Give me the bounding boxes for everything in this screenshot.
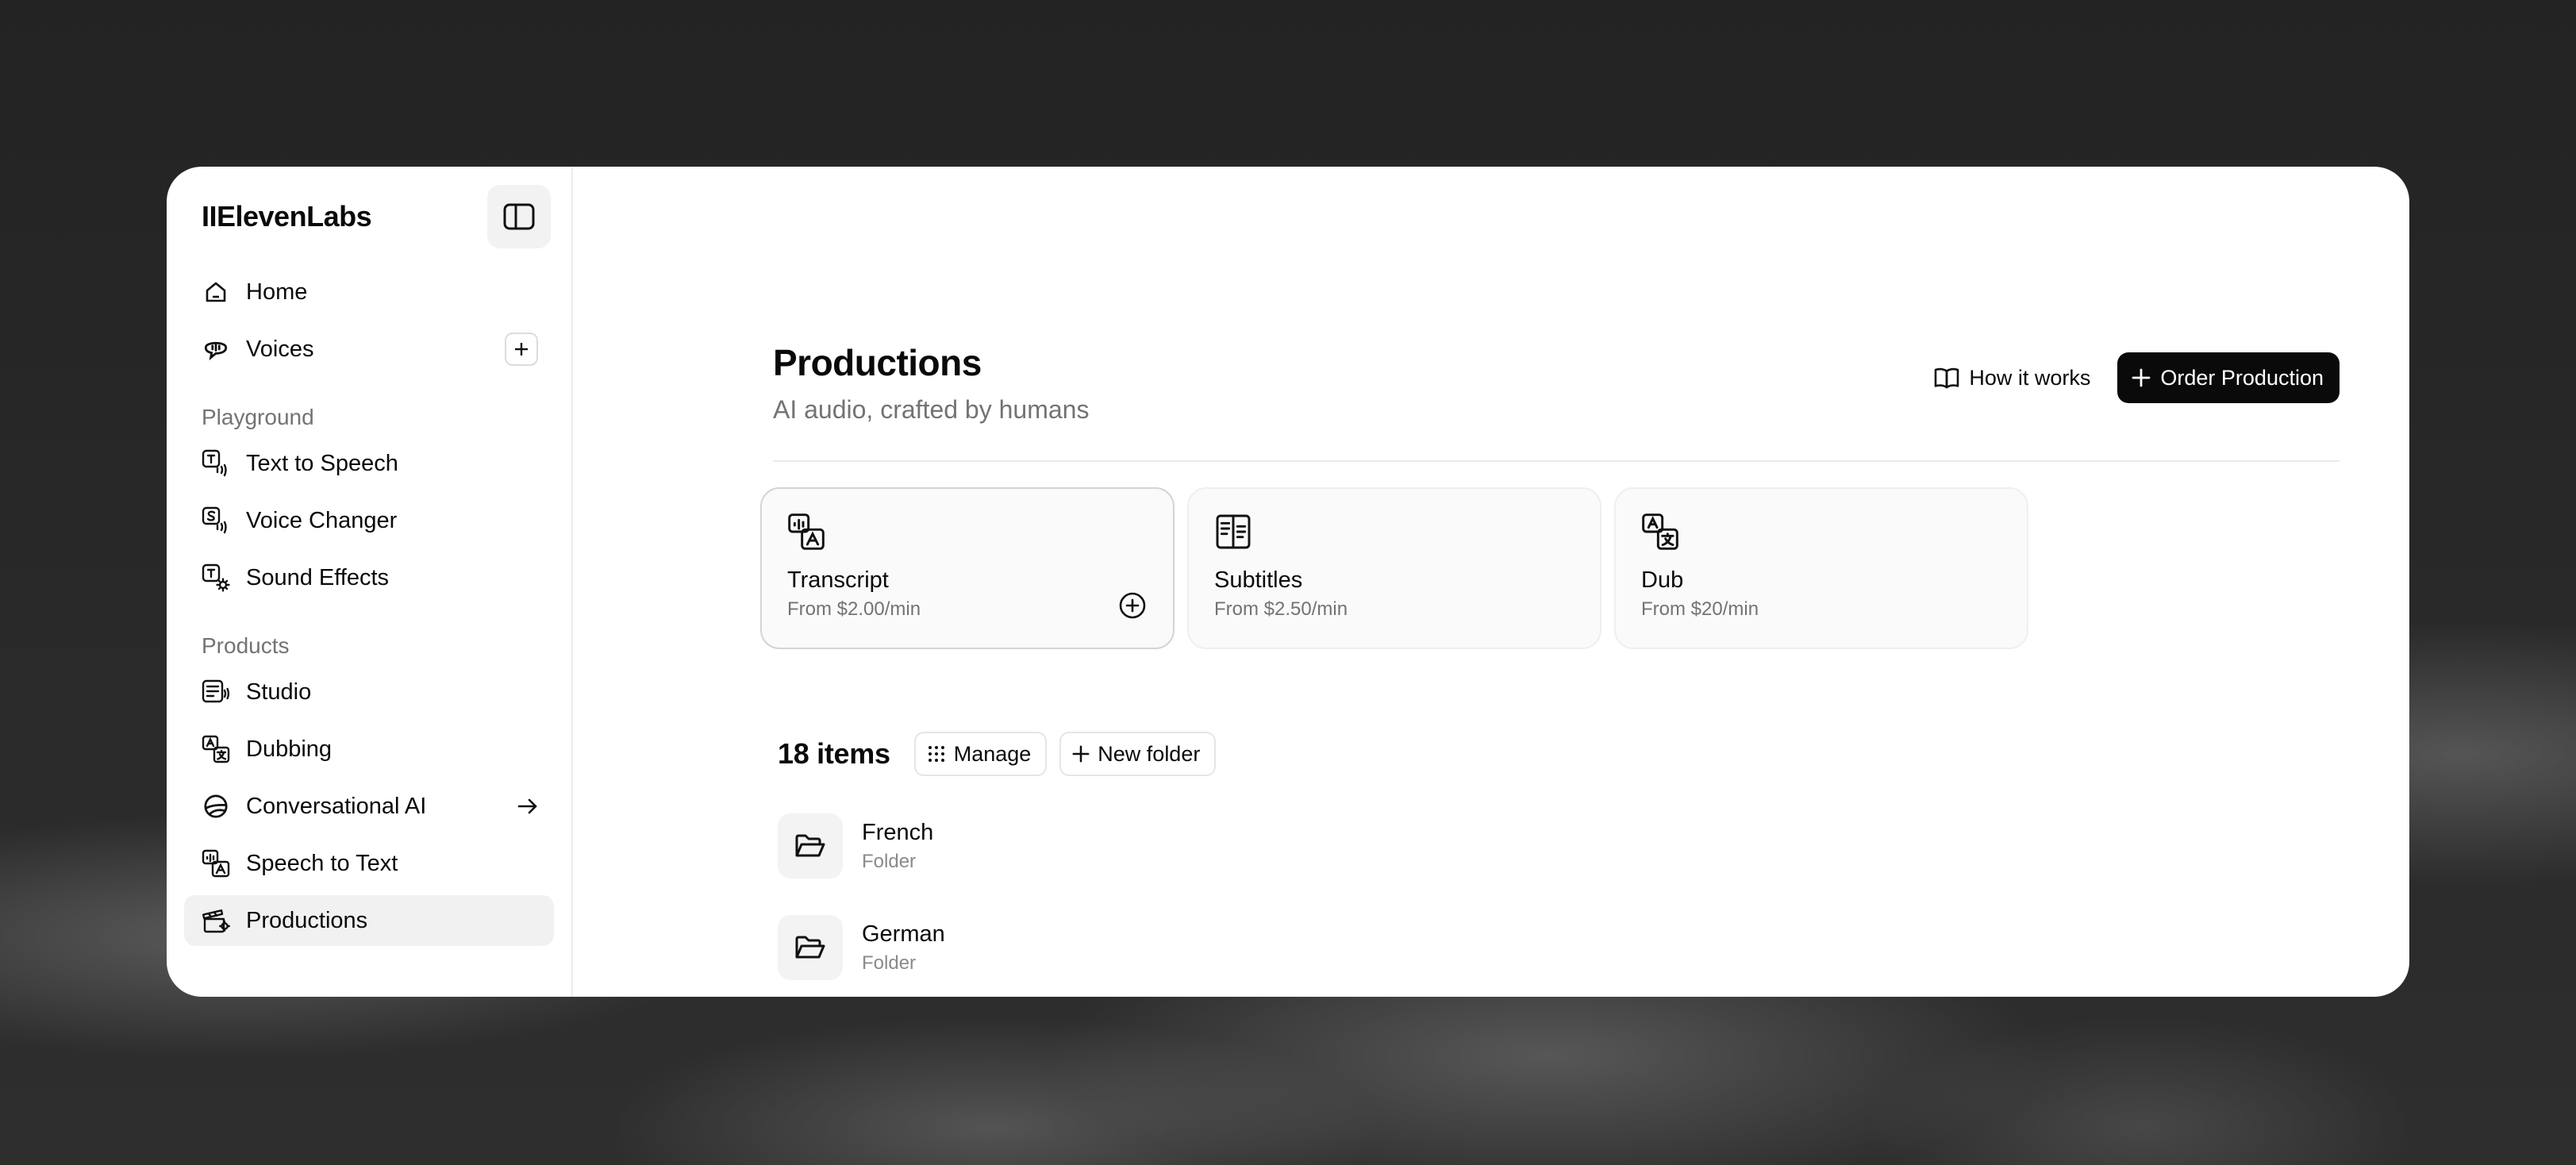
card-title: Subtitles	[1214, 567, 1303, 593]
list-item[interactable]: German Folder	[778, 914, 945, 981]
items-count: 18 items	[778, 737, 890, 770]
header-actions: How it works Order Production	[1918, 352, 2340, 403]
sidebar-item-sound-effects[interactable]: Sound Effects	[184, 552, 554, 603]
folder-open-icon	[778, 915, 843, 980]
voice-changer-icon	[202, 506, 230, 535]
section-label-products: Products	[202, 633, 290, 658]
sidebar-item-label: Dubbing	[246, 736, 333, 762]
order-production-button[interactable]: Order Production	[2117, 352, 2340, 403]
new-folder-button[interactable]: New folder	[1059, 732, 1217, 776]
page-subtitle: AI audio, crafted by humans	[773, 395, 1090, 424]
list-item-text: French Folder	[862, 820, 933, 873]
sidebar-item-label: Speech to Text	[246, 850, 398, 876]
manage-button[interactable]: Manage	[913, 732, 1048, 776]
sidebar-item-speech-to-text[interactable]: Speech to Text	[184, 838, 554, 889]
sidebar-item-label: Home	[246, 279, 308, 305]
header-divider	[773, 460, 2340, 462]
sidebar-item-label: Text to Speech	[246, 450, 398, 476]
productions-icon	[202, 906, 230, 935]
sidebar-item-label: Studio	[246, 679, 312, 705]
page-heading: Productions AI audio, crafted by humans	[773, 341, 1089, 425]
plus-icon	[505, 333, 538, 366]
sidebar-toggle-button[interactable]	[487, 185, 551, 248]
card-dub[interactable]: Dub From $20/min	[1614, 487, 2028, 649]
card-price: From $2.00/min	[787, 598, 921, 620]
app-logo[interactable]: IIElevenLabs	[202, 200, 372, 233]
how-it-works-label: How it works	[1969, 365, 2091, 390]
card-title: Transcript	[787, 567, 889, 593]
add-circle-icon[interactable]	[1117, 590, 1148, 621]
card-price: From $2.50/min	[1214, 598, 1348, 620]
sidebar-item-label: Sound Effects	[246, 564, 390, 590]
card-title: Dub	[1641, 567, 1684, 593]
card-transcript[interactable]: Transcript From $2.00/min	[760, 487, 1175, 649]
page-header: Productions AI audio, crafted by humans …	[773, 341, 2340, 425]
list-item-name: French	[862, 819, 934, 845]
subtitles-icon	[1216, 514, 1251, 549]
main-content: Productions AI audio, crafted by humans …	[573, 167, 2409, 997]
conversational-ai-icon	[202, 792, 230, 821]
studio-icon	[202, 678, 230, 706]
sidebar-item-label: Voices	[246, 336, 314, 362]
order-production-label: Order Production	[2160, 365, 2324, 390]
sidebar-item-text-to-speech[interactable]: Text to Speech	[184, 438, 554, 489]
list-toolbar: 18 items Manage New folder	[778, 732, 1228, 776]
arrow-right-icon[interactable]	[517, 798, 538, 815]
home-icon	[202, 278, 230, 306]
list-item-name: German	[862, 921, 945, 947]
app-window: IIElevenLabs Home Voices Playground Text…	[167, 167, 2409, 997]
book-icon	[1935, 367, 1959, 389]
text-to-speech-icon	[202, 449, 230, 478]
production-type-cards: Transcript From $2.00/min Subtitles From…	[760, 487, 2041, 649]
sidebar-item-dubbing[interactable]: Dubbing	[184, 724, 554, 775]
speech-to-text-icon	[202, 849, 230, 878]
list-item[interactable]: French Folder	[778, 813, 945, 879]
dub-icon	[1642, 513, 1678, 550]
sound-effects-icon	[202, 563, 230, 592]
card-subtitles[interactable]: Subtitles From $2.50/min	[1187, 487, 1601, 649]
file-list: French Folder German Folder	[778, 813, 945, 997]
list-item-type: Folder	[862, 952, 917, 974]
sidebar-item-label: Productions	[246, 907, 368, 933]
sidebar-item-home[interactable]: Home	[184, 267, 554, 317]
list-item-text: German Folder	[862, 921, 945, 975]
sidebar-item-productions[interactable]: Productions	[184, 895, 554, 946]
new-folder-label: New folder	[1098, 741, 1201, 766]
sidebar-item-studio[interactable]: Studio	[184, 667, 554, 717]
sidebar: IIElevenLabs Home Voices Playground Text…	[167, 167, 573, 997]
sidebar-toggle-icon	[503, 203, 535, 230]
sidebar-item-voice-changer[interactable]: Voice Changer	[184, 495, 554, 546]
sidebar-item-conversational-ai[interactable]: Conversational AI	[184, 781, 554, 832]
voices-icon	[202, 335, 230, 363]
list-item-type: Folder	[862, 850, 917, 872]
add-voice-button[interactable]	[505, 333, 538, 366]
plus-icon	[2132, 368, 2151, 387]
manage-label: Manage	[953, 741, 1032, 766]
page-title: Productions	[773, 342, 982, 383]
plus-icon	[1072, 745, 1090, 763]
how-it-works-button[interactable]: How it works	[1918, 352, 2106, 403]
card-price: From $20/min	[1641, 598, 1759, 620]
sidebar-item-voices[interactable]: Voices	[184, 324, 554, 375]
grid-icon	[928, 746, 944, 762]
transcript-icon	[788, 513, 825, 550]
sidebar-item-label: Voice Changer	[246, 507, 398, 533]
dubbing-icon	[202, 735, 230, 763]
sidebar-item-label: Conversational AI	[246, 793, 427, 819]
folder-open-icon	[778, 813, 843, 879]
sidebar-header: IIElevenLabs	[184, 167, 554, 267]
section-label-playground: Playground	[202, 405, 314, 429]
